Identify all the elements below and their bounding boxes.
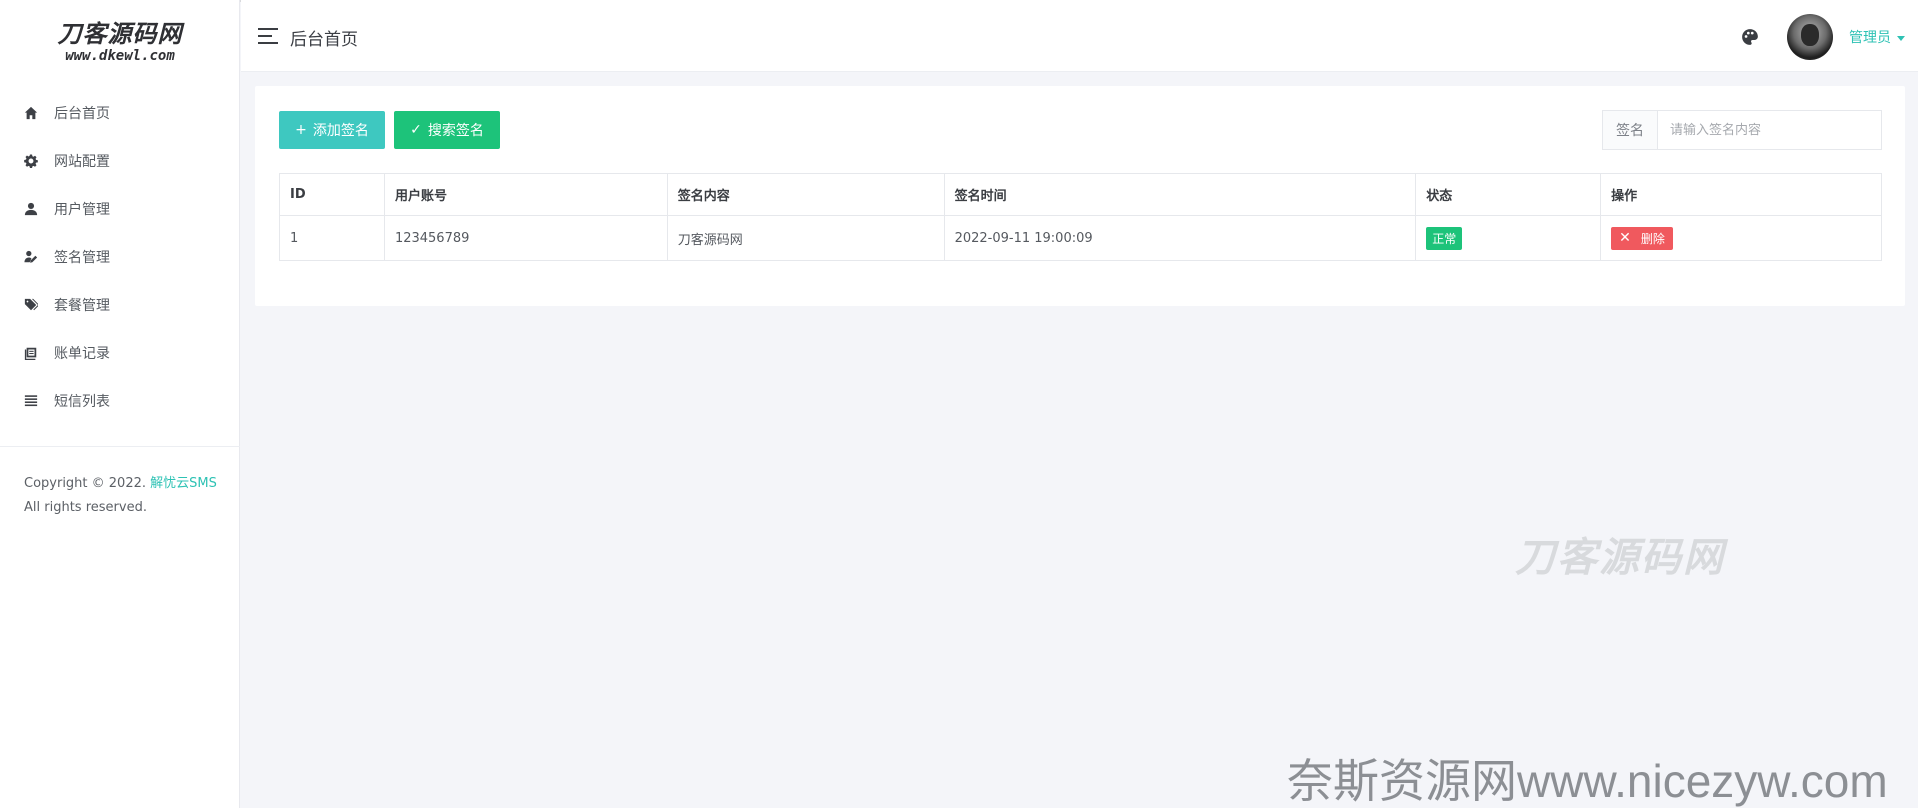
check-icon: ✓ <box>410 122 422 138</box>
sidebar-item-label: 签名管理 <box>54 250 110 266</box>
user-menu[interactable]: 管理员 <box>1849 27 1905 47</box>
sidebar-item-label: 后台首页 <box>54 106 110 122</box>
column-header-time: 签名时间 <box>943 173 1417 216</box>
sidebar-item-label: 用户管理 <box>54 202 110 218</box>
sidebar-item-label: 账单记录 <box>54 346 110 362</box>
page-title: 后台首页 <box>290 30 358 50</box>
signature-table: ID 用户账号 签名内容 签名时间 状态 操作 1 123456789 刀客源码… <box>279 173 1882 261</box>
logo-url: www.dkewl.com <box>65 48 175 64</box>
search-signature-button[interactable]: ✓ 搜索签名 <box>394 111 500 149</box>
logo[interactable]: 刀客源码网 www.dkewl.com <box>0 19 240 65</box>
tags-icon <box>22 296 40 314</box>
sidebar-item-home[interactable]: 后台首页 <box>0 89 240 137</box>
column-header-action: 操作 <box>1600 173 1882 216</box>
user-name: 管理员 <box>1849 30 1891 46</box>
menu-toggle-icon[interactable] <box>258 28 278 44</box>
list-icon <box>22 392 40 410</box>
add-signature-label: 添加签名 <box>312 123 369 139</box>
sidebar-item-label: 短信列表 <box>54 394 110 410</box>
sidebar-divider <box>0 446 240 447</box>
watermark-site: 奈斯资源网www.nicezyw.com <box>1287 755 1888 807</box>
sidebar-nav: 后台首页 网站配置 用户管理 签名管理 套餐管理 账单记录 短信列表 <box>0 89 240 425</box>
search-field-label: 签名 <box>1603 111 1658 149</box>
sidebar-item-packages[interactable]: 套餐管理 <box>0 281 240 329</box>
signature-panel: + 添加签名 ✓ 搜索签名 签名 ID 用户账号 签名内容 签名时间 状态 <box>255 86 1905 306</box>
status-badge: 正常 <box>1426 226 1463 250</box>
avatar[interactable] <box>1787 14 1833 60</box>
cell-status: 正常 <box>1415 215 1602 261</box>
palette-icon[interactable] <box>1741 28 1759 46</box>
signature-search: 签名 <box>1602 110 1882 150</box>
search-signature-label: 搜索签名 <box>427 123 484 139</box>
cell-time: 2022-09-11 19:00:09 <box>943 215 1417 261</box>
gear-icon <box>22 152 40 170</box>
home-icon <box>22 104 40 122</box>
cell-id: 1 <box>279 215 385 261</box>
sidebar-item-label: 网站配置 <box>54 154 110 170</box>
cell-account: 123456789 <box>383 215 668 261</box>
sidebar-item-site-config[interactable]: 网站配置 <box>0 137 240 185</box>
sidebar: 刀客源码网 www.dkewl.com 后台首页 网站配置 用户管理 签名管理 … <box>0 0 240 808</box>
table-header-row: ID 用户账号 签名内容 签名时间 状态 操作 <box>279 173 1882 216</box>
sidebar-item-bills[interactable]: 账单记录 <box>0 329 240 377</box>
sidebar-item-sms-list[interactable]: 短信列表 <box>0 377 240 425</box>
delete-button[interactable]: ✕ 删除 <box>1611 226 1673 250</box>
logo-title: 刀客源码网 <box>57 19 183 48</box>
column-header-account: 用户账号 <box>383 173 668 216</box>
close-icon: ✕ <box>1619 230 1631 246</box>
copyright-brand-link[interactable]: 解忧云SMS <box>150 476 217 491</box>
cell-content: 刀客源码网 <box>666 215 945 261</box>
app-root: 刀客源码网 www.dkewl.com 后台首页 网站配置 用户管理 签名管理 … <box>0 0 1918 808</box>
column-header-status: 状态 <box>1415 173 1602 216</box>
user-icon <box>22 200 40 218</box>
sidebar-item-signatures[interactable]: 签名管理 <box>0 233 240 281</box>
cell-action: ✕ 删除 <box>1600 215 1882 261</box>
copyright-prefix: Copyright © 2022. <box>24 476 147 491</box>
book-icon <box>22 344 40 362</box>
column-header-id: ID <box>279 173 385 216</box>
sidebar-item-users[interactable]: 用户管理 <box>0 185 240 233</box>
signature-search-input[interactable] <box>1658 111 1881 149</box>
table-row: 1 123456789 刀客源码网 2022-09-11 19:00:09 正常… <box>279 215 1882 261</box>
chevron-down-icon <box>1897 35 1905 41</box>
column-header-content: 签名内容 <box>666 173 945 216</box>
add-signature-button[interactable]: + 添加签名 <box>279 111 385 149</box>
copyright: Copyright © 2022. 解忧云SMS All rights rese… <box>24 472 217 520</box>
signature-icon <box>22 248 40 266</box>
top-header: 后台首页 管理员 <box>241 0 1918 72</box>
sidebar-item-label: 套餐管理 <box>54 298 110 314</box>
watermark-logo: 刀客源码网 <box>1515 534 1725 581</box>
copyright-suffix: All rights reserved. <box>24 500 147 515</box>
plus-icon: + <box>295 122 307 138</box>
delete-label: 删除 <box>1640 231 1665 246</box>
